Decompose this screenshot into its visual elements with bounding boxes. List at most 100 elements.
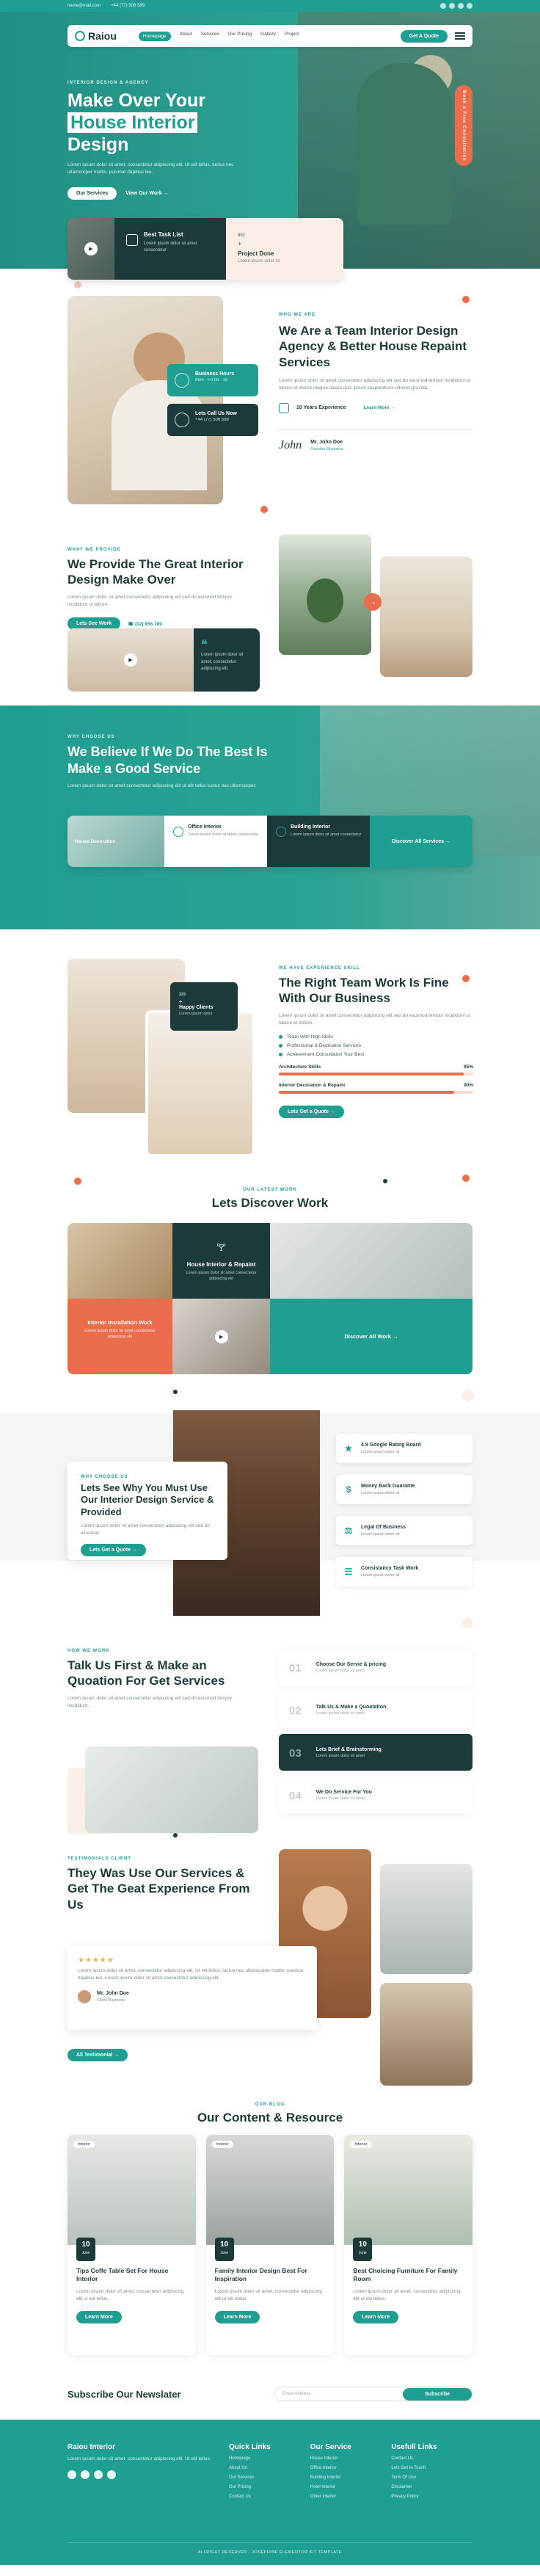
work-photo-sofa[interactable] [270, 1223, 472, 1299]
work-video-thumb[interactable]: ▶ [172, 1299, 270, 1374]
phone-icon [175, 413, 189, 427]
learn-more-button[interactable]: Learn More [353, 2310, 399, 2323]
footer-link[interactable]: Building Interior [310, 2475, 392, 2480]
installation-work-card[interactable]: Interior Installation Work Lorem ipsum d… [68, 1299, 172, 1374]
phone-link[interactable]: ☎ (02) 856 789 [128, 621, 162, 627]
believe-kicker: Why Choose Us [68, 735, 115, 739]
house-interior-card[interactable]: 🝖 House Interior & Repaint Lorem ipsum d… [172, 1223, 270, 1299]
play-icon[interactable]: ▶ [214, 1329, 228, 1343]
logo-text: Raiou [88, 30, 117, 42]
all-work-button[interactable]: Discover All Work → [270, 1299, 472, 1374]
blog-day: 10 [358, 2241, 367, 2249]
work-photo-chair[interactable] [68, 1223, 172, 1299]
step-number: 01 [289, 1661, 302, 1675]
footer-link[interactable]: Our Services [229, 2475, 310, 2480]
blog-post-title[interactable]: Best Choicing Furniture For Family Room [353, 2267, 464, 2284]
blog-card[interactable]: Interior 10 June Family Interior Design B… [205, 2135, 335, 2355]
all-services-button[interactable]: Discover All Services → [370, 816, 472, 867]
footer-link[interactable]: Privacy Policy [391, 2495, 472, 2499]
instagram-icon[interactable] [94, 2470, 103, 2480]
blog-post-title[interactable]: Family Interior Design Best For Inspirat… [215, 2267, 326, 2284]
play-icon[interactable]: ▶ [84, 242, 98, 255]
house-interior-text: Lorem ipsum dolor sit amet consectetur a… [186, 1271, 257, 1282]
footer-services: Our Service House Interior Office Interi… [310, 2443, 392, 2499]
process-step[interactable]: 02 Talk Us & Make a Quoatation Lorem ipsum… [279, 1691, 472, 1728]
learn-more-button[interactable]: Learn More [214, 2310, 260, 2323]
clock-icon [175, 373, 189, 388]
footer-link[interactable]: Homepage [229, 2456, 310, 2461]
footer-link[interactable]: Term Of Use [391, 2475, 472, 2480]
blog-excerpt: Lorem ipsum dolor sit amet, consectetur … [76, 2288, 184, 2302]
nav-services[interactable]: Services [201, 32, 219, 41]
about-photo [68, 296, 223, 504]
site-logo[interactable]: Raiou [75, 30, 117, 42]
footer-link[interactable]: Disclaimer [391, 2485, 472, 2489]
nav-project[interactable]: Project [285, 32, 299, 41]
call-us-card[interactable]: Lets Call Us Now +44 (77) 506 589 [167, 404, 258, 436]
blog-card[interactable]: Interior 10 June Tips Coffe Table Set For… [68, 2135, 196, 2355]
feature-text: Lorem ipsum dolor sit [361, 1532, 400, 1536]
learn-more-link[interactable]: Learn More → [364, 405, 395, 410]
twitter-icon[interactable] [449, 3, 455, 9]
process-text: How We Work Talk Us First & Make an Quoa… [68, 1649, 251, 1710]
youtube-icon[interactable] [107, 2470, 116, 2480]
star-icon: ★ [344, 1443, 353, 1454]
get-quote-button[interactable]: Lets Get a Quote → [279, 1106, 344, 1119]
facebook-icon[interactable] [440, 3, 446, 9]
footer-link[interactable]: Contact Us [391, 2456, 472, 2461]
all-testimonial-button[interactable]: All Testimonial → [68, 2049, 128, 2061]
get-quote-button[interactable]: Get A Quote [400, 29, 448, 43]
decor-dot [74, 1178, 81, 1185]
office-interior-card[interactable]: Office Interior Lorem ipsum dolor sit am… [164, 816, 267, 867]
nav-homepage[interactable]: Homepage [138, 31, 171, 41]
call-us-title: Lets Call Us Now [195, 411, 237, 416]
footer-link[interactable]: About Us [229, 2466, 310, 2470]
makeover-title: We Provide The Great Interior Design Mak… [68, 557, 244, 587]
footer-link[interactable]: Other Interior [310, 2495, 392, 2499]
twitter-icon[interactable] [81, 2470, 90, 2480]
view-work-link[interactable]: View Our Work → [125, 191, 168, 196]
topbar-phone[interactable]: +44 (77) 506 589 [111, 4, 145, 8]
founder-signature: John Mr. John Doe Founder Business [279, 429, 473, 452]
nav-pricing[interactable]: Our Pricing [228, 32, 252, 41]
topbar-email[interactable]: name@mail.com [68, 4, 101, 8]
footer-link[interactable]: Office Interior [310, 2466, 392, 2470]
learn-more-button[interactable]: Learn More [76, 2310, 122, 2323]
why-quote-button[interactable]: Lets Get a Quote → [81, 1543, 146, 1556]
instagram-icon[interactable] [458, 3, 464, 9]
step-number: 04 [289, 1789, 302, 1802]
blog-post-title[interactable]: Tips Coffe Table Set For House Interior [76, 2267, 187, 2284]
our-services-button[interactable]: Our Services [68, 186, 117, 200]
subscribe-button[interactable]: Subscribe [403, 2387, 472, 2401]
arrow-right-icon[interactable]: → [364, 593, 382, 611]
makeover-video-thumb[interactable]: ▶ [68, 628, 194, 692]
footer-link[interactable]: Contact Us [229, 2495, 310, 2499]
footer-link[interactable]: Hotel Interior [310, 2485, 392, 2489]
project-count-title: Project Done [238, 250, 274, 257]
menu-icon[interactable] [455, 32, 465, 40]
blog-card[interactable]: Interior 10 June Best Choicing Furniture … [344, 2135, 473, 2355]
process-step-active[interactable]: 03 Lets Brief & Brainstorming Lorem ipsum … [279, 1734, 472, 1771]
hero-video-thumb[interactable]: ▶ [68, 218, 114, 280]
blog-section: Our Blog Our Content & Resource Interior… [0, 2097, 540, 2368]
play-icon[interactable]: ▶ [124, 653, 137, 667]
building-interior-card[interactable]: Building Interior Lorem ipsum dolor sit … [267, 816, 370, 867]
skill-label: Interior Decoration & Repaint [279, 1083, 346, 1089]
blog-image: Interior [205, 2135, 335, 2245]
process-step[interactable]: 01 Choose Our Servie & pricing Lorem ipsum… [279, 1649, 472, 1686]
nav-gallery[interactable]: Gallery [260, 32, 276, 41]
youtube-icon[interactable] [467, 3, 472, 9]
footer-link[interactable]: Lets Get In Touch [391, 2466, 472, 2470]
nav-about[interactable]: About [180, 32, 192, 41]
footer-link[interactable]: House Interior [310, 2456, 392, 2461]
business-hours-card: Business Hours Mon - Fri 08 - 16 [167, 364, 258, 396]
consultation-badge[interactable]: Book a Free Consultation [455, 85, 472, 166]
process-step[interactable]: 04 We Do Service For You Lorem ipsum dolor… [279, 1777, 472, 1813]
footer-col-title: Usefull Links [391, 2443, 437, 2451]
house-decoration-card[interactable]: House Decoration [68, 816, 164, 867]
email-input[interactable]: Email Address [282, 2392, 310, 2396]
footer-link[interactable]: Our Pricing [229, 2485, 310, 2489]
step-title: Talk Us & Make a Quoatation [315, 1704, 387, 1710]
facebook-icon[interactable] [68, 2470, 76, 2480]
services-bar: House Decoration Office Interior Lorem i… [68, 816, 472, 867]
